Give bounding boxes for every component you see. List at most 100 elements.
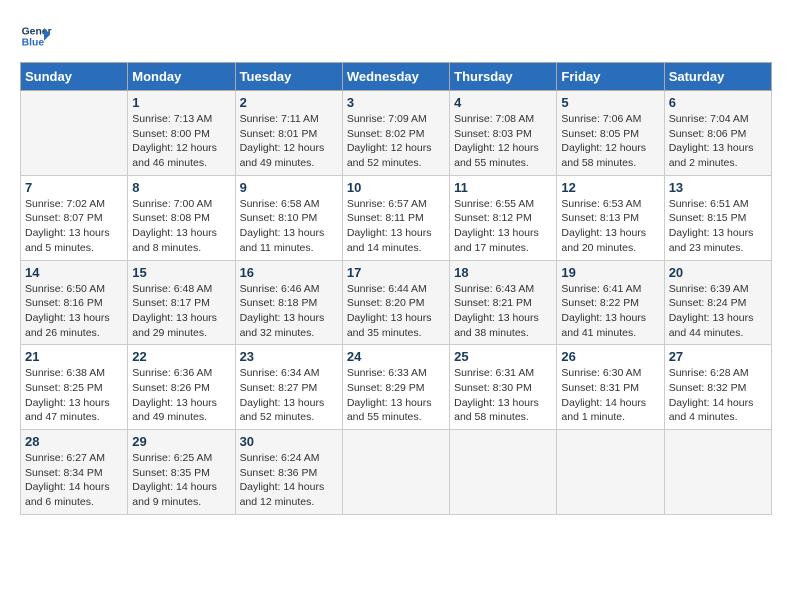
calendar-cell: 23 Sunrise: 6:34 AM Sunset: 8:27 PM Dayli… (235, 345, 342, 430)
day-info: Sunrise: 6:53 AM Sunset: 8:13 PM Dayligh… (561, 197, 659, 256)
day-number: 1 (132, 95, 230, 110)
day-number: 14 (25, 265, 123, 280)
day-info: Sunrise: 6:48 AM Sunset: 8:17 PM Dayligh… (132, 282, 230, 341)
logo: General Blue (20, 20, 56, 52)
day-number: 4 (454, 95, 552, 110)
day-number: 17 (347, 265, 445, 280)
calendar-cell: 13 Sunrise: 6:51 AM Sunset: 8:15 PM Dayli… (664, 175, 771, 260)
week-row-3: 21Sunrise: 6:38 AM Sunset: 8:25 PM Dayli… (21, 345, 772, 430)
calendar-cell: 29 Sunrise: 6:25 AM Sunset: 8:35 PM Dayli… (128, 430, 235, 515)
day-number: 2 (240, 95, 338, 110)
page-container: General Blue SundayMondayTuesdayWednesda… (20, 20, 772, 515)
calendar-cell: 12 Sunrise: 6:53 AM Sunset: 8:13 PM Dayli… (557, 175, 664, 260)
header-cell-thursday: Thursday (450, 63, 557, 91)
day-number: 23 (240, 349, 338, 364)
calendar-cell: 10Sunrise: 6:57 AM Sunset: 8:11 PM Dayli… (342, 175, 449, 260)
calendar-cell: 8 Sunrise: 7:00 AM Sunset: 8:08 PM Daylig… (128, 175, 235, 260)
calendar-cell: 16 Sunrise: 6:46 AM Sunset: 8:18 PM Dayli… (235, 260, 342, 345)
week-row-4: 28 Sunrise: 6:27 AM Sunset: 8:34 PM Dayli… (21, 430, 772, 515)
day-number: 16 (240, 265, 338, 280)
calendar-cell: 28 Sunrise: 6:27 AM Sunset: 8:34 PM Dayli… (21, 430, 128, 515)
day-info: Sunrise: 7:09 AM Sunset: 8:02 PM Dayligh… (347, 112, 445, 171)
day-number: 7 (25, 180, 123, 195)
calendar-cell: 5 Sunrise: 7:06 AM Sunset: 8:05 PM Daylig… (557, 91, 664, 176)
day-number: 20 (669, 265, 767, 280)
header-cell-sunday: Sunday (21, 63, 128, 91)
svg-text:Blue: Blue (22, 38, 45, 49)
day-info: Sunrise: 7:13 AM Sunset: 8:00 PM Dayligh… (132, 112, 230, 171)
day-info: Sunrise: 6:43 AM Sunset: 8:21 PM Dayligh… (454, 282, 552, 341)
day-info: Sunrise: 7:06 AM Sunset: 8:05 PM Dayligh… (561, 112, 659, 171)
day-number: 21 (25, 349, 123, 364)
week-row-2: 14 Sunrise: 6:50 AM Sunset: 8:16 PM Dayli… (21, 260, 772, 345)
day-number: 13 (669, 180, 767, 195)
day-number: 19 (561, 265, 659, 280)
day-info: Sunrise: 6:31 AM Sunset: 8:30 PM Dayligh… (454, 366, 552, 425)
header-cell-friday: Friday (557, 63, 664, 91)
day-number: 5 (561, 95, 659, 110)
day-info: Sunrise: 6:30 AM Sunset: 8:31 PM Dayligh… (561, 366, 659, 425)
calendar-cell: 9Sunrise: 6:58 AM Sunset: 8:10 PM Daylig… (235, 175, 342, 260)
calendar-cell (450, 430, 557, 515)
day-number: 29 (132, 434, 230, 449)
calendar-cell: 26 Sunrise: 6:30 AM Sunset: 8:31 PM Dayli… (557, 345, 664, 430)
day-number: 3 (347, 95, 445, 110)
day-info: Sunrise: 6:24 AM Sunset: 8:36 PM Dayligh… (240, 451, 338, 510)
day-number: 15 (132, 265, 230, 280)
calendar-cell: 1 Sunrise: 7:13 AM Sunset: 8:00 PM Daylig… (128, 91, 235, 176)
day-info: Sunrise: 6:36 AM Sunset: 8:26 PM Dayligh… (132, 366, 230, 425)
day-info: Sunrise: 7:08 AM Sunset: 8:03 PM Dayligh… (454, 112, 552, 171)
calendar-cell: 14 Sunrise: 6:50 AM Sunset: 8:16 PM Dayli… (21, 260, 128, 345)
calendar-cell: 19 Sunrise: 6:41 AM Sunset: 8:22 PM Dayli… (557, 260, 664, 345)
day-number: 11 (454, 180, 552, 195)
calendar-cell: 22 Sunrise: 6:36 AM Sunset: 8:26 PM Dayli… (128, 345, 235, 430)
day-number: 26 (561, 349, 659, 364)
day-info: Sunrise: 6:46 AM Sunset: 8:18 PM Dayligh… (240, 282, 338, 341)
day-info: Sunrise: 6:44 AM Sunset: 8:20 PM Dayligh… (347, 282, 445, 341)
day-info: Sunrise: 6:28 AM Sunset: 8:32 PM Dayligh… (669, 366, 767, 425)
day-info: Sunrise: 6:41 AM Sunset: 8:22 PM Dayligh… (561, 282, 659, 341)
day-info: Sunrise: 7:02 AM Sunset: 8:07 PM Dayligh… (25, 197, 123, 256)
calendar-cell: 24 Sunrise: 6:33 AM Sunset: 8:29 PM Dayli… (342, 345, 449, 430)
week-row-0: 1 Sunrise: 7:13 AM Sunset: 8:00 PM Daylig… (21, 91, 772, 176)
calendar-cell: 20Sunrise: 6:39 AM Sunset: 8:24 PM Dayli… (664, 260, 771, 345)
day-number: 24 (347, 349, 445, 364)
day-info: Sunrise: 7:00 AM Sunset: 8:08 PM Dayligh… (132, 197, 230, 256)
day-info: Sunrise: 6:33 AM Sunset: 8:29 PM Dayligh… (347, 366, 445, 425)
calendar-cell: 25 Sunrise: 6:31 AM Sunset: 8:30 PM Dayli… (450, 345, 557, 430)
day-number: 8 (132, 180, 230, 195)
header-cell-saturday: Saturday (664, 63, 771, 91)
header-cell-wednesday: Wednesday (342, 63, 449, 91)
day-info: Sunrise: 6:50 AM Sunset: 8:16 PM Dayligh… (25, 282, 123, 341)
day-number: 6 (669, 95, 767, 110)
calendar-cell (21, 91, 128, 176)
calendar-cell (664, 430, 771, 515)
day-info: Sunrise: 6:34 AM Sunset: 8:27 PM Dayligh… (240, 366, 338, 425)
calendar-cell: 11 Sunrise: 6:55 AM Sunset: 8:12 PM Dayli… (450, 175, 557, 260)
day-number: 12 (561, 180, 659, 195)
calendar-cell: 2 Sunrise: 7:11 AM Sunset: 8:01 PM Daylig… (235, 91, 342, 176)
calendar-cell: 6 Sunrise: 7:04 AM Sunset: 8:06 PM Daylig… (664, 91, 771, 176)
day-info: Sunrise: 6:51 AM Sunset: 8:15 PM Dayligh… (669, 197, 767, 256)
header: General Blue (20, 20, 772, 52)
day-number: 28 (25, 434, 123, 449)
day-info: Sunrise: 6:27 AM Sunset: 8:34 PM Dayligh… (25, 451, 123, 510)
day-number: 10 (347, 180, 445, 195)
calendar-cell: 17 Sunrise: 6:44 AM Sunset: 8:20 PM Dayli… (342, 260, 449, 345)
calendar-cell: 7 Sunrise: 7:02 AM Sunset: 8:07 PM Daylig… (21, 175, 128, 260)
day-number: 18 (454, 265, 552, 280)
day-number: 22 (132, 349, 230, 364)
calendar-cell (557, 430, 664, 515)
calendar-cell: 18 Sunrise: 6:43 AM Sunset: 8:21 PM Dayli… (450, 260, 557, 345)
day-info: Sunrise: 7:04 AM Sunset: 8:06 PM Dayligh… (669, 112, 767, 171)
calendar-cell: 21Sunrise: 6:38 AM Sunset: 8:25 PM Dayli… (21, 345, 128, 430)
day-info: Sunrise: 6:25 AM Sunset: 8:35 PM Dayligh… (132, 451, 230, 510)
calendar-table: SundayMondayTuesdayWednesdayThursdayFrid… (20, 62, 772, 515)
calendar-cell: 15 Sunrise: 6:48 AM Sunset: 8:17 PM Dayli… (128, 260, 235, 345)
day-number: 30 (240, 434, 338, 449)
day-info: Sunrise: 7:11 AM Sunset: 8:01 PM Dayligh… (240, 112, 338, 171)
day-info: Sunrise: 6:55 AM Sunset: 8:12 PM Dayligh… (454, 197, 552, 256)
logo-icon: General Blue (20, 20, 52, 52)
day-number: 27 (669, 349, 767, 364)
day-number: 25 (454, 349, 552, 364)
